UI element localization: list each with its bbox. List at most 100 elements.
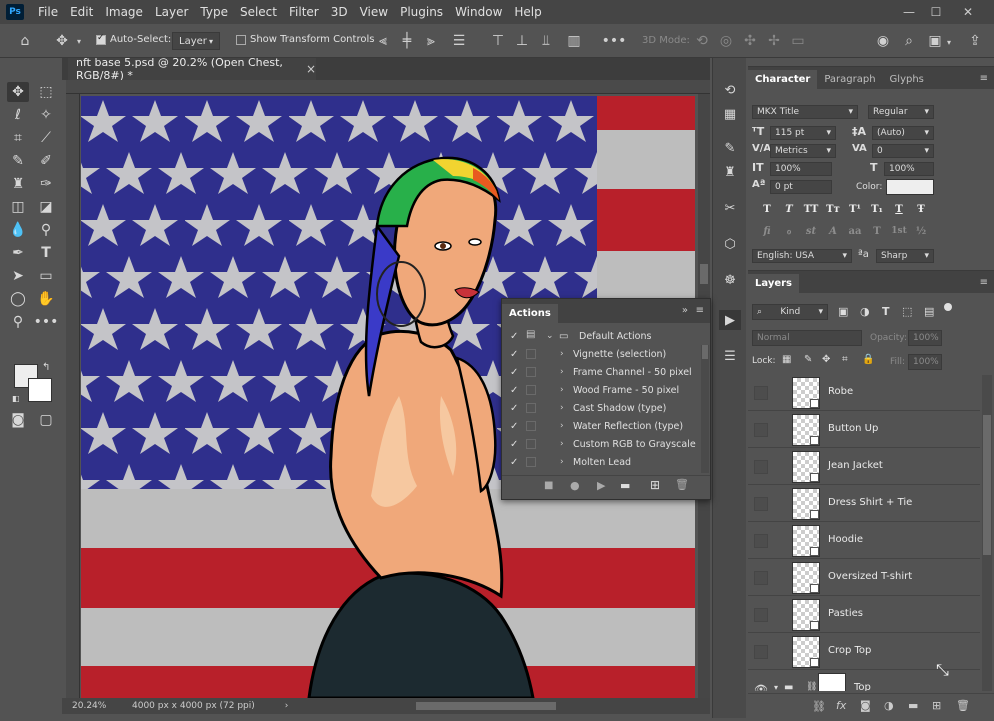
marquee-tool-icon[interactable]: ⬚ xyxy=(35,82,57,102)
account-icon[interactable]: ◉ xyxy=(874,32,892,50)
stop-recording-icon[interactable]: ■ xyxy=(544,480,553,491)
chevron-right-icon[interactable]: › xyxy=(560,403,564,413)
trash-icon[interactable]: 🗑 xyxy=(956,699,970,712)
distribute-horizontal-icon[interactable]: ☰ xyxy=(451,32,467,50)
lock-pixels-icon[interactable]: ✎ xyxy=(804,354,812,365)
3d-orbit-icon[interactable]: ⟲ xyxy=(694,32,710,50)
zoom-level[interactable]: 20.24% xyxy=(72,701,132,711)
layer-row-jean-jacket[interactable]: Jean Jacket xyxy=(748,449,980,485)
zoom-tool-icon[interactable]: ⚲ xyxy=(7,312,29,332)
lasso-tool-icon[interactable]: ℓ xyxy=(7,105,29,125)
swatches-panel-icon[interactable]: ▦ xyxy=(719,104,741,124)
path-selection-tool-icon[interactable]: ➤ xyxy=(7,266,29,286)
fx-icon[interactable]: fx xyxy=(836,699,846,712)
faux-italic-button[interactable]: T xyxy=(780,201,798,217)
blur-tool-icon[interactable]: 💧 xyxy=(7,220,29,240)
action-row[interactable]: ✓ › Molten Lead xyxy=(502,453,700,471)
menu-window[interactable]: Window xyxy=(449,5,508,19)
align-left-icon[interactable]: ⫷ xyxy=(375,32,391,50)
layer-row-button-up[interactable]: Button Up xyxy=(748,412,980,448)
vertical-scale-field[interactable]: 100% xyxy=(770,162,832,176)
menu-view[interactable]: View xyxy=(354,5,394,19)
align-middle-icon[interactable]: ⊥ xyxy=(514,32,530,50)
lock-transparent-icon[interactable]: ▦ xyxy=(782,354,791,365)
maximize-button[interactable]: ☐ xyxy=(921,0,951,24)
align-bottom-icon[interactable]: ⫫ xyxy=(538,32,554,50)
ellipse-tool-icon[interactable]: ◯ xyxy=(7,289,29,309)
all-caps-button[interactable]: TT xyxy=(802,201,820,217)
trash-icon[interactable]: 🗑 xyxy=(675,478,689,491)
chevron-down-icon[interactable]: ▾ xyxy=(944,34,954,50)
healing-brush-tool-icon[interactable]: ✎ xyxy=(7,151,29,171)
chevron-right-icon[interactable]: › xyxy=(560,439,564,449)
brush-settings-icon[interactable]: ✎ xyxy=(719,138,741,158)
action-row[interactable]: ✓ › Cast Shadow (type) xyxy=(502,399,700,417)
collapse-panel-icon[interactable]: » xyxy=(682,305,688,316)
panel-menu-icon[interactable]: ≡ xyxy=(980,73,988,84)
more-tools-icon[interactable]: ••• xyxy=(34,312,59,332)
chevron-right-icon[interactable]: › xyxy=(560,385,564,395)
panel-menu-icon[interactable]: ≡ xyxy=(980,277,988,288)
checkmark-icon[interactable]: ✓ xyxy=(510,349,518,360)
visibility-toggle[interactable] xyxy=(754,534,768,548)
play-icon[interactable]: ▶ xyxy=(597,479,605,492)
search-icon[interactable]: ⌕ xyxy=(900,32,918,50)
blend-mode-dropdown[interactable]: Normal xyxy=(752,330,862,346)
leading-field[interactable]: (Auto) ▾ xyxy=(872,126,934,140)
tab-paragraph[interactable]: Paragraph xyxy=(817,70,882,89)
checkmark-icon[interactable]: ✓ xyxy=(510,367,518,378)
small-caps-button[interactable]: Tт xyxy=(824,201,842,217)
new-group-icon[interactable]: ▬ xyxy=(908,699,918,712)
new-layer-icon[interactable]: ⊞ xyxy=(932,699,941,712)
ordinals-button[interactable]: 1st xyxy=(890,223,908,239)
scrollbar-thumb[interactable] xyxy=(983,415,991,555)
actions-scrollbar[interactable] xyxy=(701,345,709,473)
dodge-tool-icon[interactable]: ⚲ xyxy=(35,220,57,240)
chevron-down-icon[interactable]: ⌄ xyxy=(546,331,554,341)
layers-scrollbar[interactable] xyxy=(982,375,992,691)
layer-row-robe[interactable]: Robe xyxy=(748,375,980,411)
font-style-dropdown[interactable]: Regular ▾ xyxy=(868,105,934,119)
distribute-vertical-icon[interactable]: ▥ xyxy=(566,32,582,50)
lock-artboard-icon[interactable]: ⌗ xyxy=(842,354,848,365)
layer-row-hoodie[interactable]: Hoodie xyxy=(748,523,980,559)
tool-presets-icon[interactable]: ✂ xyxy=(719,198,741,218)
align-right-icon[interactable]: ⫸ xyxy=(423,32,439,50)
chevron-down-icon[interactable]: ▾ xyxy=(74,33,84,49)
visibility-toggle[interactable] xyxy=(754,423,768,437)
ligatures-button[interactable]: fi xyxy=(758,223,776,239)
align-center-icon[interactable]: ╪ xyxy=(399,32,415,50)
filter-type-icon[interactable]: T xyxy=(882,305,890,318)
clone-source-icon[interactable]: ♜ xyxy=(719,162,741,182)
action-row[interactable]: ✓ › Wood Frame - 50 pixel xyxy=(502,381,700,399)
lock-all-icon[interactable]: 🔒 xyxy=(862,354,874,365)
chevron-right-icon[interactable]: › xyxy=(560,367,564,377)
menu-filter[interactable]: Filter xyxy=(283,5,325,19)
close-window-button[interactable]: ✕ xyxy=(953,0,983,24)
horizontal-scrollbar-thumb[interactable] xyxy=(416,702,557,710)
type-tool-icon[interactable]: T xyxy=(35,243,57,263)
link-layers-icon[interactable]: ⛓ xyxy=(812,700,826,713)
horizontal-scale-field[interactable]: 100% xyxy=(884,162,934,176)
swash-button[interactable]: A xyxy=(824,223,842,239)
close-tab-icon[interactable]: × xyxy=(306,62,316,76)
3d-pan-icon[interactable]: ✣ xyxy=(742,32,758,50)
paths-panel-icon[interactable]: ☸ xyxy=(719,270,741,290)
fractions-button[interactable]: ½ xyxy=(912,223,930,239)
auto-select-target-dropdown[interactable]: Layer ▾ xyxy=(172,32,220,50)
eraser-tool-icon[interactable]: ◫ xyxy=(7,197,29,217)
opacity-field[interactable]: 100% xyxy=(908,330,942,346)
3d-roll-icon[interactable]: ◎ xyxy=(718,32,734,50)
underline-button[interactable]: T xyxy=(890,201,908,217)
chevron-right-icon[interactable]: › xyxy=(285,701,289,711)
menu-help[interactable]: Help xyxy=(508,5,547,19)
tracking-field[interactable]: 0 ▾ xyxy=(872,144,934,158)
layer-row-oversized-tshirt[interactable]: Oversized T-shirt xyxy=(748,560,980,596)
adjustment-layer-icon[interactable]: ◑ xyxy=(884,699,894,712)
language-dropdown[interactable]: English: USA ▾ xyxy=(752,249,852,263)
filter-smart-object-icon[interactable]: ▤ xyxy=(924,305,934,318)
background-color-swatch[interactable] xyxy=(28,378,52,402)
checkmark-icon[interactable]: ✓ xyxy=(510,439,518,450)
baseline-shift-field[interactable]: 0 pt xyxy=(770,180,832,194)
filter-toggle-icon[interactable] xyxy=(944,303,952,311)
